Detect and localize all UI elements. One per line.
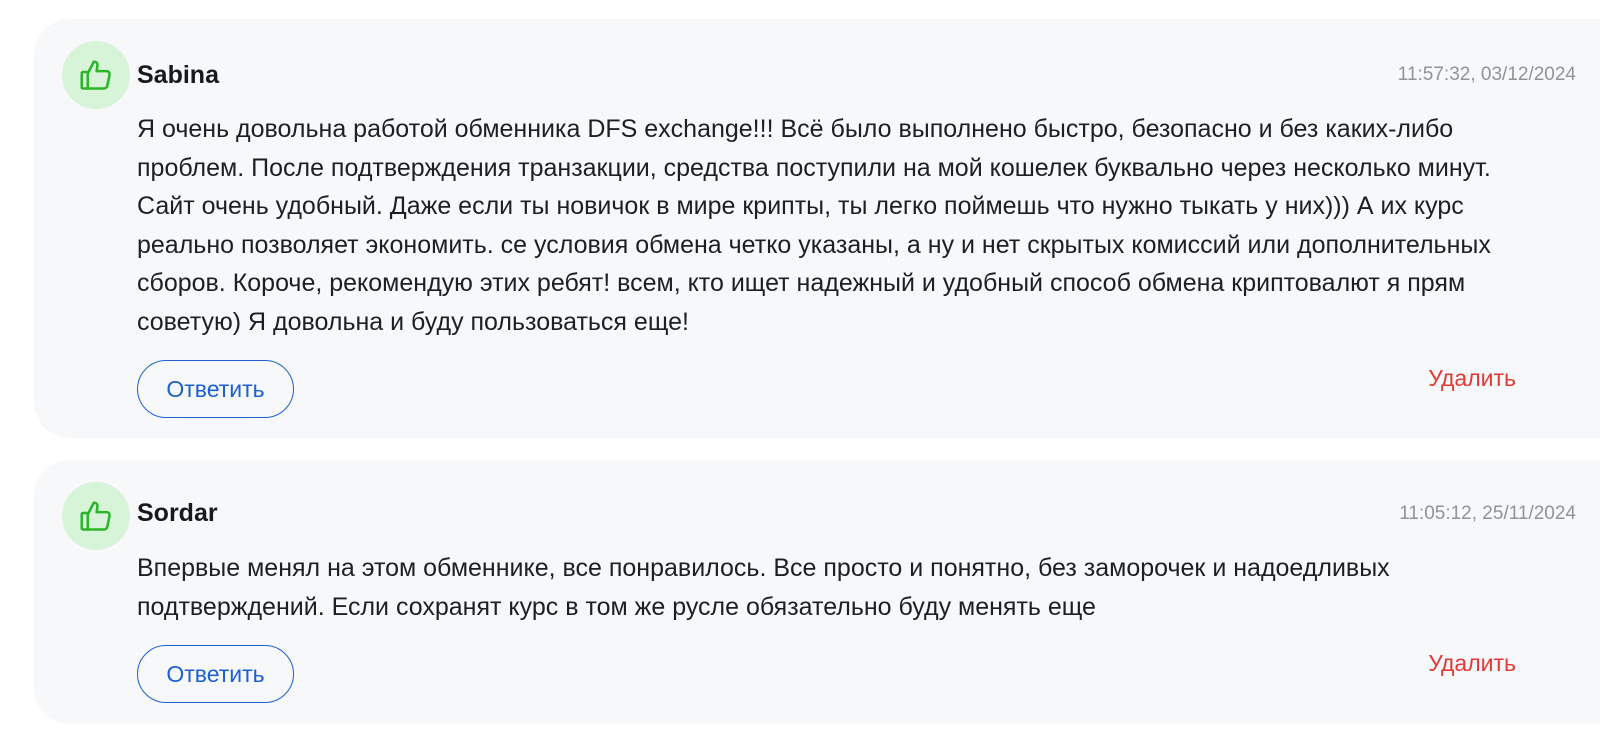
thumbs-up-icon <box>80 60 111 90</box>
review-text: Я очень довольна работой обменника DFS e… <box>137 115 1491 336</box>
review-text: Впервые менял на этом обменнике, все пон… <box>137 554 1390 621</box>
reply-button[interactable]: Ответить <box>137 645 294 703</box>
review-card: Sabina 11:57:32, 03/12/2024 Я очень дово… <box>34 19 1600 438</box>
delete-link[interactable]: Удалить <box>1428 363 1516 393</box>
review-timestamp: 11:57:32, 03/12/2024 <box>1397 64 1576 85</box>
review-rating-avatar <box>62 41 130 109</box>
thumbs-up-icon <box>80 501 111 531</box>
review-card: Sordar 11:05:12, 25/11/2024 Впервые меня… <box>34 460 1600 724</box>
review-author: Sabina <box>137 61 219 89</box>
review-timestamp: 11:05:12, 25/11/2024 <box>1399 503 1576 524</box>
review-author: Sordar <box>137 499 218 527</box>
reply-button[interactable]: Ответить <box>137 360 294 418</box>
review-rating-avatar <box>62 482 130 550</box>
delete-link[interactable]: Удалить <box>1428 648 1516 678</box>
